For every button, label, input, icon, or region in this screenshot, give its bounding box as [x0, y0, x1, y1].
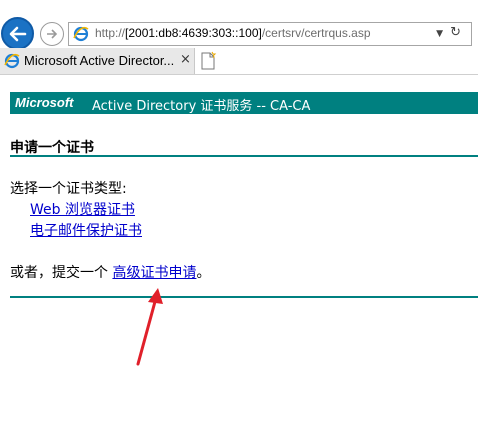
url-scheme: http://	[95, 26, 126, 40]
ie-logo-icon	[4, 53, 20, 69]
forward-button[interactable]	[40, 22, 64, 46]
page-title: 申请一个证书	[10, 140, 94, 156]
address-bar[interactable]: http://[2001:db8:4639:303::100]/certsrv/…	[68, 22, 472, 46]
page-banner: Microsoft Active Directory 证书服务 -- CA-CA	[10, 92, 478, 114]
web-browser-cert-link[interactable]: Web 浏览器证书	[30, 199, 135, 219]
browser-toolbar: http://[2001:db8:4639:303::100]/certsrv/…	[0, 0, 478, 50]
banner-title: Active Directory 证书服务 -- CA-CA	[92, 99, 311, 114]
email-protection-cert-link[interactable]: 电子邮件保护证书	[30, 220, 142, 240]
tab-title: Microsoft Active Director...	[24, 53, 175, 68]
banner-brand: Microsoft	[15, 95, 74, 110]
tab-bar: Microsoft Active Director... ×	[0, 48, 478, 75]
forward-arrow-icon	[47, 29, 58, 39]
back-button[interactable]	[1, 17, 34, 50]
tab-active[interactable]: Microsoft Active Director... ×	[0, 48, 195, 74]
advanced-cert-request-link[interactable]: 高级证书申请	[112, 265, 196, 281]
back-arrow-icon	[9, 26, 27, 42]
footer-divider	[10, 296, 478, 298]
advanced-request-prefix: 或者，提交一个	[10, 265, 108, 281]
ie-logo-icon	[73, 26, 89, 42]
new-tab-icon[interactable]	[198, 51, 218, 71]
advanced-request-line: 或者，提交一个 高级证书申请。	[10, 262, 210, 282]
cert-type-prompt: 选择一个证书类型:	[10, 181, 127, 197]
close-icon[interactable]: ×	[180, 52, 191, 67]
url-text[interactable]: http://[2001:db8:4639:303::100]/certsrv/…	[95, 26, 371, 40]
heading-divider	[10, 155, 478, 157]
advanced-request-suffix: 。	[196, 265, 211, 281]
url-host: [2001:db8:4639:303::100]	[125, 26, 262, 40]
annotation-arrow-icon	[136, 288, 163, 366]
refresh-icon[interactable]: ↻	[450, 25, 461, 40]
address-dropdown-icon[interactable]: ▼	[436, 29, 443, 39]
url-path: /certsrv/certrqus.asp	[261, 26, 371, 40]
